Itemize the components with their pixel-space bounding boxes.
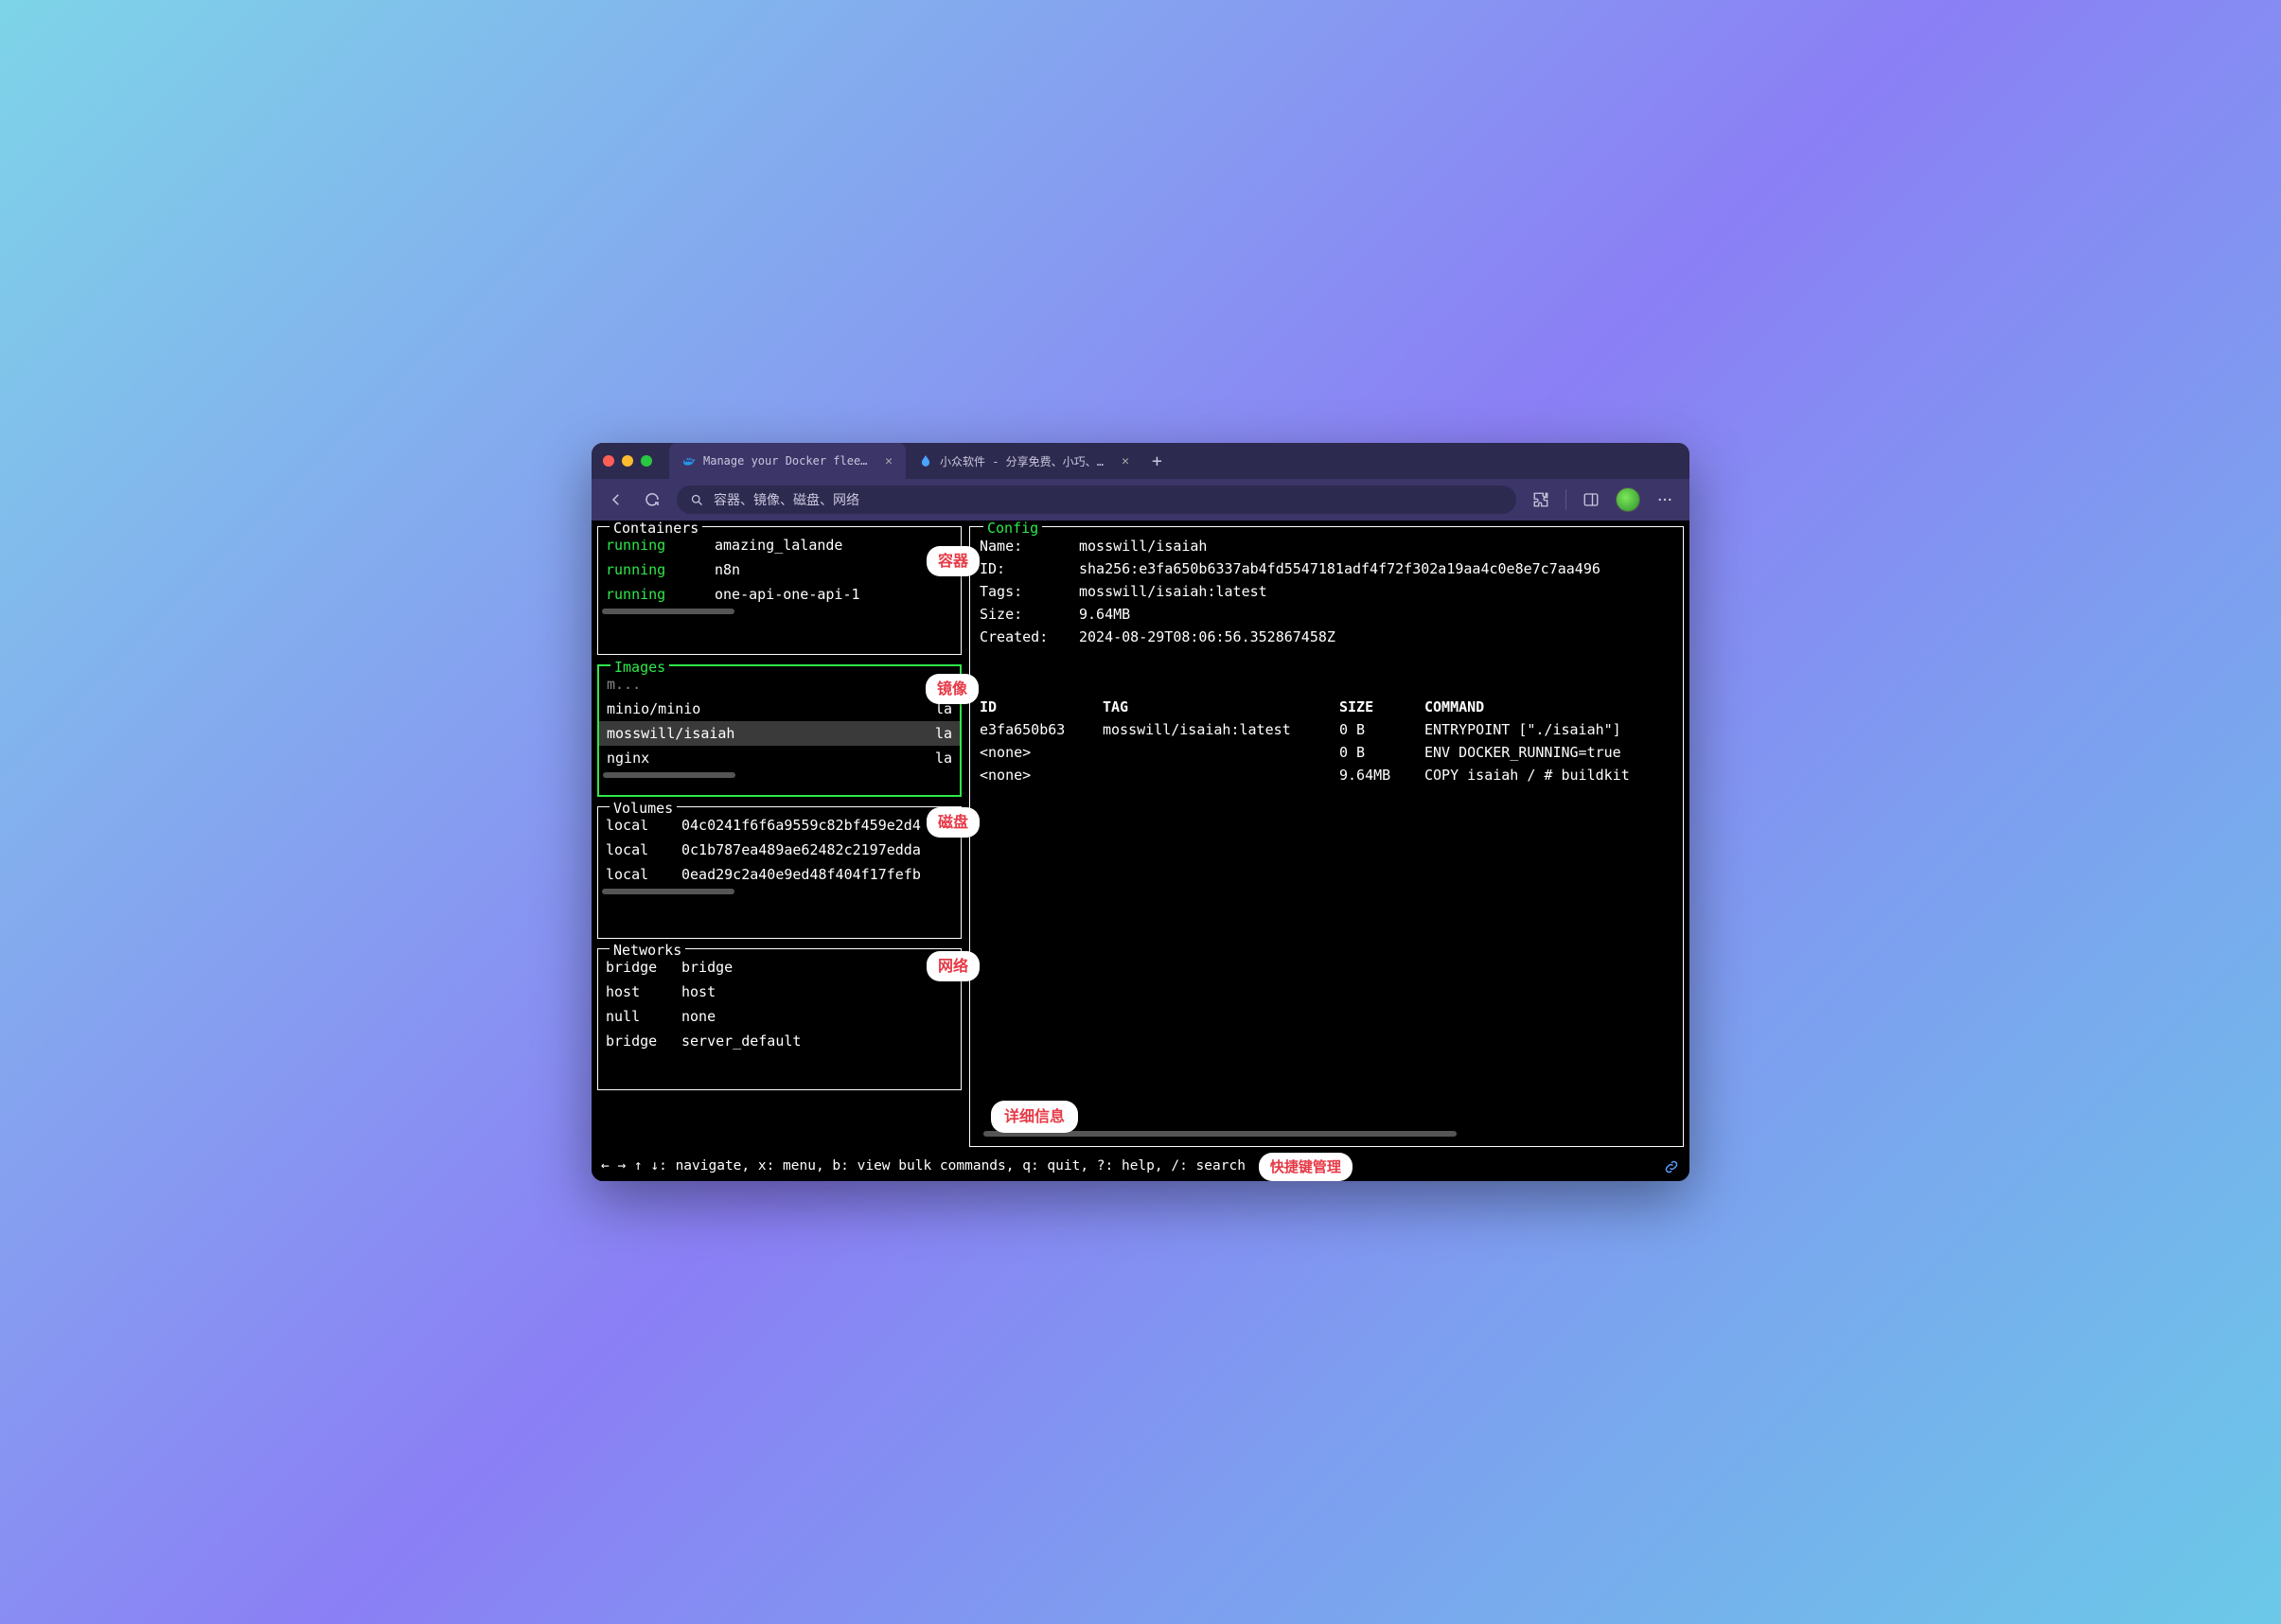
- config-row: Created:2024-08-29T08:06:56.352867458Z: [980, 626, 1673, 648]
- config-panel: Config Name:mosswill/isaiah ID:sha256:e3…: [969, 526, 1684, 1147]
- close-tab-icon[interactable]: ✕: [1122, 454, 1129, 468]
- tab-title: 小众软件 - 分享免费、小巧、实用: [940, 453, 1110, 469]
- container-row[interactable]: runningone-api-one-api-1: [598, 582, 961, 607]
- footer-bar: ← → ↑ ↓: navigate, x: menu, b: view bulk…: [592, 1153, 1689, 1181]
- panel-title: Containers: [610, 521, 702, 539]
- panel-title: Images: [610, 656, 669, 679]
- containers-list: runningamazing_lalande runningn8n runnin…: [598, 533, 961, 607]
- scrollbar[interactable]: [598, 887, 961, 896]
- titlebar: Manage your Docker fleet with ✕ 小众软件 - 分…: [592, 443, 1689, 479]
- panel-title: Config: [983, 521, 1042, 539]
- config-row: ID:sha256:e3fa650b6337ab4fd5547181adf4f7…: [980, 557, 1673, 580]
- history-row[interactable]: <none> 0 B ENV DOCKER_RUNNING=true: [980, 741, 1673, 764]
- image-row-selected[interactable]: mosswill/isaiahla: [599, 721, 960, 746]
- history-row[interactable]: <none> 9.64MB COPY isaiah / # buildkit: [980, 764, 1673, 786]
- keyboard-hints: ← → ↑ ↓: navigate, x: menu, b: view bulk…: [601, 1156, 1246, 1177]
- new-tab-button[interactable]: +: [1142, 443, 1172, 479]
- extensions-button[interactable]: [1530, 488, 1552, 511]
- image-row[interactable]: minio/miniola: [599, 697, 960, 721]
- panel-title: Volumes: [610, 797, 677, 820]
- tab-active[interactable]: Manage your Docker fleet with ✕: [669, 443, 906, 479]
- address-text: 容器、镜像、磁盘、网络: [714, 490, 859, 509]
- tab-inactive[interactable]: 小众软件 - 分享免费、小巧、实用 ✕: [906, 443, 1142, 479]
- droplet-icon: [919, 454, 932, 468]
- annotation-badge: 详细信息: [991, 1101, 1078, 1133]
- search-icon: [690, 493, 704, 507]
- history-header: ID TAG SIZE COMMAND: [980, 696, 1673, 718]
- networks-panel[interactable]: Networks bridgebridge hosthost nullnone …: [597, 948, 962, 1090]
- browser-toolbar: 容器、镜像、磁盘、网络: [592, 479, 1689, 521]
- window-controls: [603, 455, 652, 467]
- volume-row[interactable]: local0c1b787ea489ae62482c2197edda: [598, 838, 961, 862]
- annotation-badge: 快捷键管理: [1259, 1153, 1353, 1181]
- minimize-window-button[interactable]: [622, 455, 633, 467]
- panel-title: Networks: [610, 939, 685, 962]
- history-row[interactable]: e3fa650b63 mosswill/isaiah:latest 0 B EN…: [980, 718, 1673, 741]
- left-column: Containers runningamazing_lalande runnin…: [597, 526, 962, 1147]
- volumes-list: local04c0241f6f6a9559c82bf459e2d4 local0…: [598, 813, 961, 887]
- image-row[interactable]: nginxla: [599, 746, 960, 770]
- divider: [1565, 489, 1566, 510]
- scrollbar[interactable]: [598, 607, 961, 616]
- app-viewport: Containers runningamazing_lalande runnin…: [592, 521, 1689, 1181]
- right-column: Config Name:mosswill/isaiah ID:sha256:e3…: [969, 526, 1684, 1147]
- close-tab-icon[interactable]: ✕: [885, 454, 893, 468]
- config-row: Tags:mosswill/isaiah:latest: [980, 580, 1673, 603]
- sidebar-toggle-button[interactable]: [1580, 488, 1602, 511]
- menu-button[interactable]: [1653, 488, 1676, 511]
- config-row: Size:9.64MB: [980, 603, 1673, 626]
- tab-title: Manage your Docker fleet with: [703, 454, 874, 468]
- volumes-panel[interactable]: Volumes local04c0241f6f6a9559c82bf459e2d…: [597, 806, 962, 939]
- docker-icon: [682, 454, 696, 468]
- container-row[interactable]: runningn8n: [598, 557, 961, 582]
- address-bar[interactable]: 容器、镜像、磁盘、网络: [677, 485, 1516, 514]
- config-row: Name:mosswill/isaiah: [980, 535, 1673, 557]
- scrollbar[interactable]: [980, 1129, 1673, 1139]
- reload-button[interactable]: [641, 488, 663, 511]
- close-window-button[interactable]: [603, 455, 614, 467]
- containers-panel[interactable]: Containers runningamazing_lalande runnin…: [597, 526, 962, 655]
- network-row[interactable]: bridgeserver_default: [598, 1029, 961, 1053]
- images-list: m...10 minio/miniola mosswill/isaiahla n…: [599, 672, 960, 770]
- network-row[interactable]: hosthost: [598, 980, 961, 1004]
- scrollbar[interactable]: [599, 770, 960, 780]
- tab-strip: Manage your Docker fleet with ✕ 小众软件 - 分…: [669, 443, 1678, 479]
- link-icon[interactable]: [1663, 1158, 1680, 1175]
- main-layout: Containers runningamazing_lalande runnin…: [592, 521, 1689, 1153]
- profile-avatar[interactable]: [1616, 487, 1640, 512]
- back-button[interactable]: [605, 488, 628, 511]
- browser-window: Manage your Docker fleet with ✕ 小众软件 - 分…: [592, 443, 1689, 1181]
- network-row[interactable]: nullnone: [598, 1004, 961, 1029]
- volume-row[interactable]: local0ead29c2a40e9ed48f404f17fefb: [598, 862, 961, 887]
- images-panel[interactable]: Images m...10 minio/miniola mosswill/isa…: [597, 664, 962, 797]
- maximize-window-button[interactable]: [641, 455, 652, 467]
- networks-list: bridgebridge hosthost nullnone bridgeser…: [598, 955, 961, 1053]
